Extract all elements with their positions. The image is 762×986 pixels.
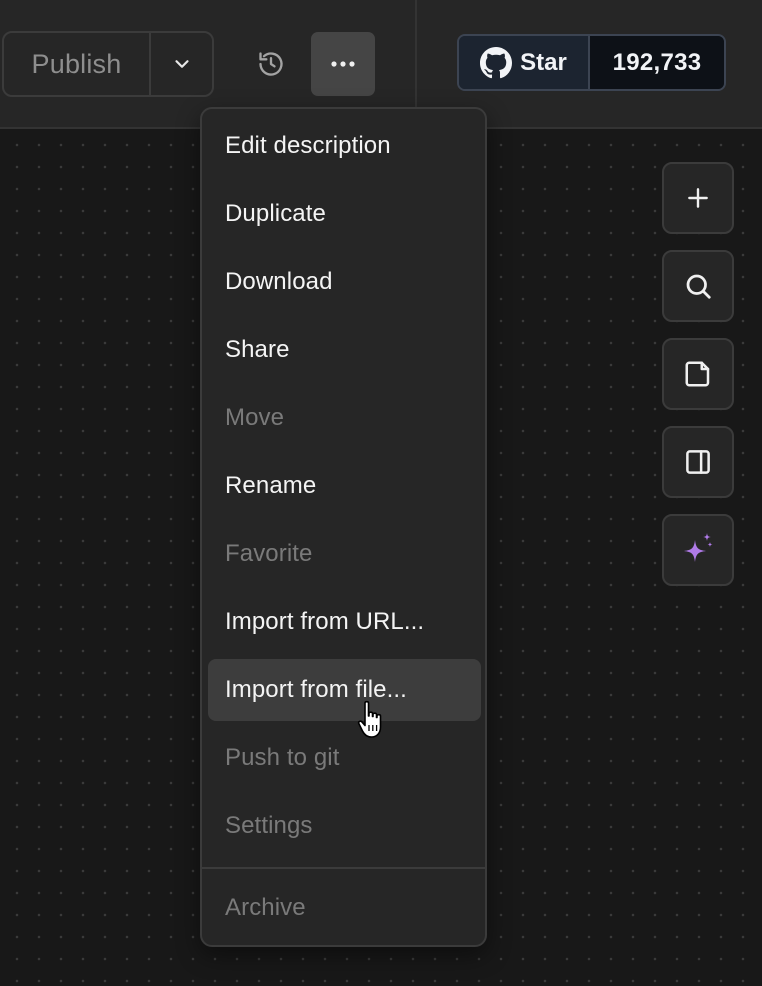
menu-item-download[interactable]: Download xyxy=(208,251,481,313)
menu-item-share[interactable]: Share xyxy=(208,319,481,381)
menu-item-move: Move xyxy=(225,404,285,431)
github-star-button[interactable]: Star xyxy=(459,36,590,89)
more-horizontal-icon xyxy=(331,61,355,67)
add-node-button[interactable] xyxy=(662,162,734,234)
publish-split-button: Publish xyxy=(2,31,214,97)
search-icon xyxy=(686,274,711,299)
menu-item-import-from-url[interactable]: Import from URL... xyxy=(208,591,481,653)
plus-icon xyxy=(688,188,708,208)
github-star-widget: Star 192,733 xyxy=(457,34,726,91)
chevron-down-icon xyxy=(174,60,189,68)
publish-options-button[interactable] xyxy=(151,33,212,95)
menu-item-settings: Settings xyxy=(225,812,313,839)
more-options-button[interactable] xyxy=(311,32,375,96)
search-button[interactable] xyxy=(662,250,734,322)
panel-right-icon xyxy=(686,450,710,474)
github-star-count[interactable]: 192,733 xyxy=(590,36,724,89)
menu-item-rename[interactable]: Rename xyxy=(208,455,481,517)
menu-item-archive: Archive xyxy=(225,894,306,921)
ai-assistant-button[interactable] xyxy=(662,514,734,586)
app-root: Publish Star 192,733 Edit description Du… xyxy=(0,0,762,986)
sticky-note-button[interactable] xyxy=(662,338,734,410)
menu-item-edit-description[interactable]: Edit description xyxy=(208,115,481,177)
sparkle-icon xyxy=(684,533,713,562)
history-icon xyxy=(259,52,283,76)
github-icon xyxy=(480,46,513,78)
workflow-options-menu: Edit description Duplicate Download Shar… xyxy=(200,107,487,947)
menu-item-import-from-file[interactable]: Import from file... xyxy=(208,659,481,721)
publish-button[interactable]: Publish xyxy=(4,33,151,95)
github-star-label: Star xyxy=(520,48,567,76)
menu-item-duplicate[interactable]: Duplicate xyxy=(208,183,481,245)
menu-item-favorite: Favorite xyxy=(225,540,313,567)
menu-item-push-to-git: Push to git xyxy=(225,744,340,771)
toggle-panel-button[interactable] xyxy=(662,426,734,498)
sticky-note-icon xyxy=(685,361,710,387)
history-button[interactable] xyxy=(248,41,294,87)
menu-divider xyxy=(202,867,485,869)
